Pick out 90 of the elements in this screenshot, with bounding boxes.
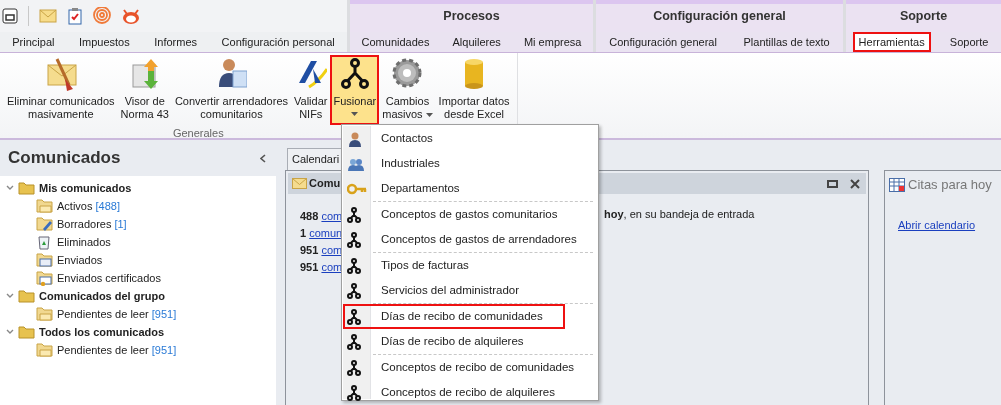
menu-item[interactable]: Departamentos bbox=[343, 176, 597, 201]
merge-icon bbox=[347, 308, 361, 325]
menu-item[interactable]: Industriales bbox=[343, 151, 597, 176]
appointments-title: Citas para hoy bbox=[908, 176, 992, 194]
folder-icon bbox=[18, 180, 35, 196]
key-icon bbox=[347, 182, 367, 195]
ribbon-tab[interactable]: Informes bbox=[148, 32, 204, 52]
tree-item[interactable]: Activos bbox=[57, 197, 93, 215]
tree-item[interactable]: Comunicados del grupo bbox=[39, 287, 165, 305]
calendar-icon bbox=[889, 177, 905, 193]
signal-icon[interactable] bbox=[93, 7, 111, 25]
menu-item[interactable]: Conceptos de gastos comunitarios bbox=[343, 202, 597, 227]
panel-title: Comu bbox=[309, 176, 341, 192]
ribbon-button[interactable]: Visor de Norma 43 bbox=[117, 55, 172, 125]
envelope-broom-icon bbox=[44, 57, 77, 91]
merge-icon bbox=[347, 384, 361, 401]
app-icon[interactable] bbox=[2, 8, 18, 24]
context-header: Soporte bbox=[843, 0, 1001, 32]
menu-item[interactable]: Días de recibo de comunidades bbox=[343, 304, 565, 329]
message-count: 488 bbox=[300, 210, 319, 222]
menu-item[interactable]: Servicios del administrador bbox=[343, 278, 597, 303]
message-count: 1 bbox=[300, 227, 307, 239]
folder-icon bbox=[18, 324, 35, 340]
ribbon-tab[interactable]: Herramientas bbox=[852, 32, 931, 52]
ribbon-tab[interactable]: Plantillas de texto bbox=[737, 32, 836, 52]
menu-item[interactable]: Contactos bbox=[343, 126, 597, 151]
clipboard-icon[interactable] bbox=[67, 7, 83, 25]
menu-item[interactable]: Conceptos de recibo de alquileres bbox=[343, 380, 597, 405]
ribbon-tab[interactable]: Principal bbox=[6, 32, 61, 52]
collapse-icon[interactable] bbox=[260, 153, 266, 163]
envelope-icon bbox=[292, 178, 307, 189]
tree-item[interactable]: Pendientes de leer bbox=[57, 341, 149, 359]
ribbon-button[interactable]: Fusionar bbox=[330, 55, 380, 125]
message-link[interactable]: comun bbox=[309, 227, 343, 239]
ribbon-button[interactable]: Convertir arrendadores comunitarios bbox=[171, 55, 292, 125]
merge-icon bbox=[347, 206, 361, 223]
close-icon[interactable] bbox=[850, 178, 860, 189]
ribbon-tab[interactable]: Soporte bbox=[943, 32, 995, 52]
merge-icon bbox=[347, 257, 361, 274]
item-count: [488] bbox=[95, 198, 120, 214]
ribbon-tab[interactable]: Mi empresa bbox=[517, 32, 588, 52]
menu-item[interactable]: Conceptos de recibo de comunidades bbox=[343, 355, 597, 380]
draft-folder-icon bbox=[36, 216, 53, 232]
sent-folder-icon bbox=[36, 252, 53, 268]
tree-item[interactable]: Enviados certificados bbox=[57, 269, 161, 287]
merge-icon bbox=[347, 359, 361, 376]
sidebar-title: Comunicados bbox=[8, 147, 121, 170]
ribbon-tab[interactable]: Alquileres bbox=[446, 32, 507, 52]
ribbon-tab[interactable]: Impuestos bbox=[73, 32, 136, 52]
item-count: [951] bbox=[151, 342, 177, 358]
mascot-icon[interactable] bbox=[121, 7, 141, 25]
merge-icon bbox=[338, 57, 371, 91]
merge-icon bbox=[347, 282, 361, 299]
tree-item[interactable]: Enviados bbox=[57, 251, 103, 269]
calendar-link[interactable]: Abrir calendario bbox=[898, 216, 976, 233]
item-count: [951] bbox=[151, 306, 177, 322]
item-count: [1] bbox=[114, 216, 127, 232]
message-count: 951 bbox=[300, 261, 319, 273]
group-label: Generales bbox=[172, 126, 224, 141]
message-count: 951 bbox=[300, 244, 319, 256]
tree-item[interactable]: Mis comunicados bbox=[39, 179, 132, 197]
message-link[interactable]: com bbox=[321, 261, 343, 273]
summary-text: hoy, en su bandeja de entrada bbox=[604, 207, 755, 222]
person-icon bbox=[347, 130, 363, 147]
menu-item[interactable]: Tipos de facturas bbox=[343, 253, 597, 278]
mail-folder-icon bbox=[36, 342, 53, 358]
tree-item[interactable]: Pendientes de leer bbox=[57, 305, 149, 323]
tree-item[interactable]: Todos los comunicados bbox=[39, 323, 165, 341]
folder-icon bbox=[18, 288, 35, 304]
menu-item[interactable]: Conceptos de gastos de arrendadores bbox=[343, 227, 597, 252]
restore-icon[interactable] bbox=[827, 179, 838, 188]
menu-item[interactable]: Días de recibo de alquileres bbox=[343, 329, 597, 354]
ribbon-tab[interactable]: Comunidades bbox=[355, 32, 436, 52]
mail-folder-icon bbox=[36, 198, 53, 214]
certified-folder-icon bbox=[36, 270, 53, 286]
ribbon-tab[interactable]: Configuración personal bbox=[215, 32, 341, 52]
context-header: Procesos bbox=[347, 0, 593, 32]
ribbon-tab[interactable]: Configuración general bbox=[603, 32, 723, 52]
merge-icon bbox=[347, 333, 361, 350]
message-link[interactable]: com bbox=[321, 210, 343, 222]
ribbon-button[interactable]: Eliminar comunicados masivamente bbox=[4, 55, 118, 125]
tree-item[interactable]: Borradores bbox=[57, 215, 112, 233]
message-link[interactable]: com bbox=[321, 244, 343, 256]
tree-item[interactable]: Eliminados bbox=[57, 233, 111, 251]
merge-icon bbox=[347, 231, 361, 248]
mail-folder-icon bbox=[36, 306, 53, 322]
context-header: Configuración general bbox=[593, 0, 843, 32]
recycle-bin-icon bbox=[36, 234, 53, 250]
ribbon-button[interactable]: Validar NIFs bbox=[291, 55, 331, 125]
ribbon-button[interactable]: Cambios masivos bbox=[379, 55, 436, 125]
